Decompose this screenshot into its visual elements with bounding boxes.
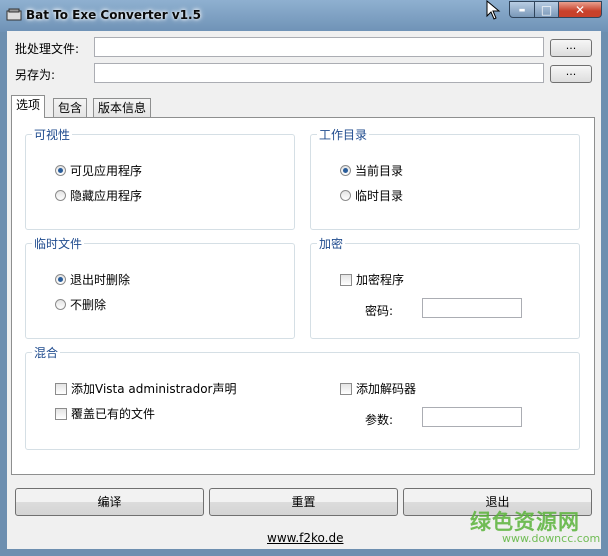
temp-dir-label: 临时目录	[355, 189, 404, 203]
radio-icon	[55, 190, 66, 201]
maximize-button[interactable]: □	[534, 1, 559, 18]
radio-selected-icon	[55, 165, 66, 176]
title-bar[interactable]: Bat To Exe Converter v1.5 ▬ □ ✕	[0, 0, 608, 32]
window-title: Bat To Exe Converter v1.5	[26, 8, 201, 22]
mix-group-title: 混合	[32, 344, 61, 361]
params-label: 参数:	[365, 413, 394, 427]
app-window: Bat To Exe Converter v1.5 ▬ □ ✕ 批处理文件: .…	[0, 0, 608, 556]
password-input[interactable]	[422, 298, 522, 318]
workdir-group-title: 工作目录	[317, 126, 370, 143]
app-icon	[6, 8, 22, 21]
batch-browse-button[interactable]: ...	[550, 39, 592, 57]
mix-group: 混合 添加Vista administrador声明 覆盖已有的文件 添加解码器…	[25, 344, 580, 450]
close-icon: ✕	[574, 2, 586, 17]
tempfiles-group-title: 临时文件	[32, 235, 85, 252]
mouse-cursor-icon	[486, 0, 501, 20]
client-area: 批处理文件: ... 另存为: ... 选项 包含 版本信息 可视性 可见应用程…	[7, 31, 601, 549]
params-input[interactable]	[422, 407, 522, 427]
encrypt-program-label: 加密程序	[356, 273, 405, 287]
tab-version-info[interactable]: 版本信息	[93, 98, 152, 118]
checkbox-icon	[340, 273, 352, 286]
hidden-app-label: 隐藏应用程序	[70, 189, 143, 203]
no-delete-label: 不删除	[70, 298, 107, 312]
checkbox-icon	[55, 407, 67, 420]
reset-button[interactable]: 重置	[209, 488, 398, 516]
workdir-group: 工作目录 当前目录 临时目录	[310, 126, 580, 230]
save-as-browse-button[interactable]: ...	[550, 65, 592, 83]
compile-button[interactable]: 编译	[15, 488, 204, 516]
password-label: 密码:	[365, 304, 394, 318]
hidden-app-radio[interactable]: 隐藏应用程序	[55, 187, 142, 204]
delete-on-exit-radio[interactable]: 退出时删除	[55, 271, 130, 288]
vista-admin-checkbox[interactable]: 添加Vista administrador声明	[55, 380, 236, 397]
minimize-button[interactable]: ▬	[509, 1, 535, 18]
overwrite-checkbox[interactable]: 覆盖已有的文件	[55, 405, 155, 422]
save-as-label: 另存为:	[15, 68, 56, 82]
watermark-url: www.downcc.com	[502, 532, 601, 545]
website-link[interactable]: www.f2ko.de	[267, 531, 343, 545]
add-decoder-label: 添加解码器	[356, 382, 417, 396]
current-dir-label: 当前目录	[355, 164, 404, 178]
current-dir-radio[interactable]: 当前目录	[340, 162, 403, 179]
maximize-icon: □	[540, 2, 553, 17]
radio-icon	[340, 190, 351, 201]
delete-on-exit-label: 退出时删除	[70, 273, 131, 287]
close-button[interactable]: ✕	[558, 1, 602, 18]
tab-options[interactable]: 选项	[11, 95, 46, 118]
no-delete-radio[interactable]: 不删除	[55, 296, 106, 313]
vista-admin-label: 添加Vista administrador声明	[71, 382, 237, 396]
overwrite-label: 覆盖已有的文件	[71, 407, 156, 421]
radio-selected-icon	[340, 165, 351, 176]
save-as-input[interactable]	[94, 63, 544, 83]
batch-file-input[interactable]	[94, 37, 544, 57]
tab-include[interactable]: 包含	[53, 98, 88, 118]
encrypt-group-title: 加密	[317, 235, 346, 252]
visibility-group: 可视性 可见应用程序 隐藏应用程序	[25, 126, 295, 230]
checkbox-icon	[340, 382, 352, 395]
batch-file-label: 批处理文件:	[15, 42, 80, 56]
checkbox-icon	[55, 382, 67, 395]
temp-dir-radio[interactable]: 临时目录	[340, 187, 403, 204]
radio-icon	[55, 299, 66, 310]
radio-selected-icon	[55, 274, 66, 285]
encrypt-group: 加密 加密程序 密码:	[310, 235, 580, 339]
visibility-group-title: 可视性	[32, 126, 73, 143]
tempfiles-group: 临时文件 退出时删除 不删除	[25, 235, 295, 339]
add-decoder-checkbox[interactable]: 添加解码器	[340, 380, 416, 397]
encrypt-program-checkbox[interactable]: 加密程序	[340, 271, 404, 288]
visible-app-radio[interactable]: 可见应用程序	[55, 162, 142, 179]
minimize-icon: ▬	[518, 5, 526, 14]
visible-app-label: 可见应用程序	[70, 164, 143, 178]
options-panel: 可视性 可见应用程序 隐藏应用程序 工作目录 当前目录 临时目录 临时文件 退出…	[11, 117, 595, 475]
